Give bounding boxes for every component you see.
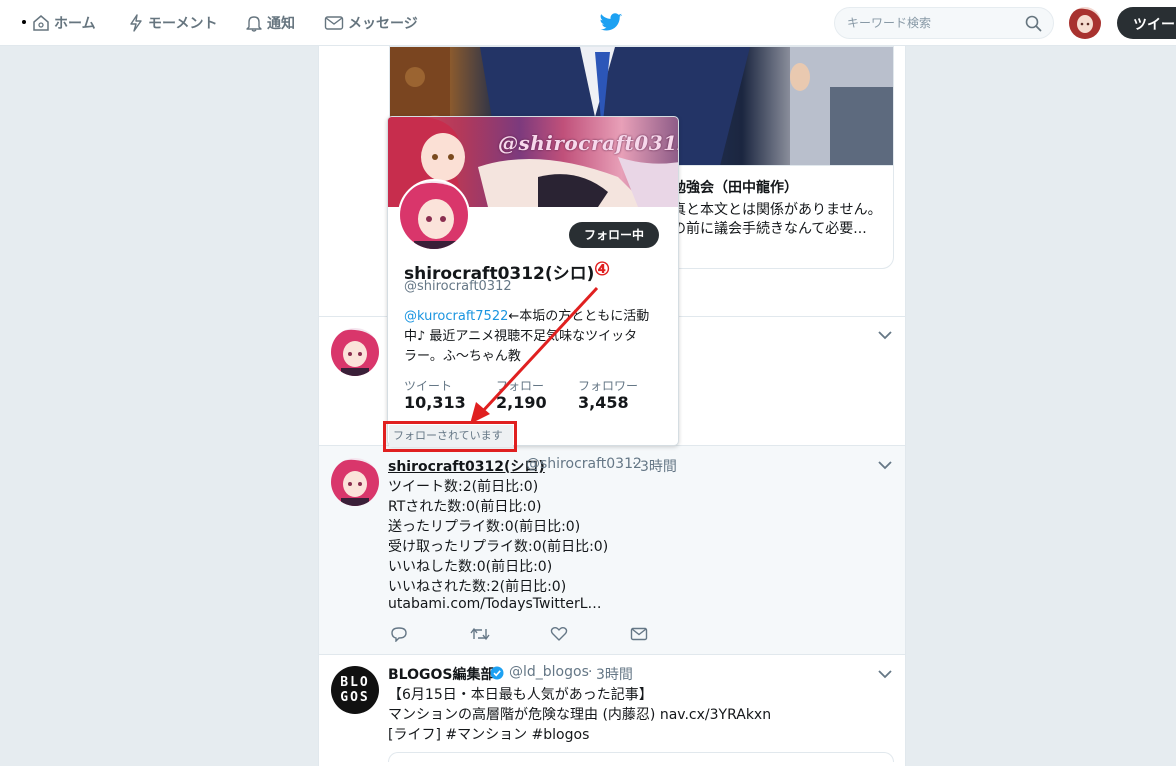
nav-home[interactable]: ホーム	[32, 0, 96, 46]
tweet-shiro-link[interactable]: utabami.com/TodaysTwitterL…	[388, 596, 602, 612]
tweet-separator	[319, 654, 905, 655]
tweet-blogos-card-top[interactable]	[388, 752, 894, 762]
like-heart-icon[interactable]	[550, 626, 568, 642]
nav-home-label: ホーム	[54, 16, 96, 32]
tweet-blogos-line: マンションの高層階が危険な理由 (内藤忍) nav.cx/3YRAkxn	[388, 707, 772, 723]
cursor-dot	[22, 20, 26, 24]
direct-message-icon[interactable]	[630, 626, 648, 642]
retweet-icon[interactable]	[470, 626, 490, 642]
tweet-shiro-time[interactable]: 3時間	[640, 456, 677, 476]
profile-avatar[interactable]	[398, 179, 470, 251]
tweet-shiro-line: ツイート数:2(前日比:0)	[388, 479, 539, 495]
link-card-desc-1: 真と本文とは関係がありません。	[672, 202, 882, 218]
tweet-shiro-dot: ·	[632, 456, 637, 472]
twitter-bird-logo-icon[interactable]	[599, 13, 623, 33]
nav-moments[interactable]: モーメント	[128, 0, 217, 46]
search-input[interactable]	[835, 8, 1015, 38]
stat-tweets-value[interactable]: 10,313	[404, 393, 466, 412]
chevron-down-icon[interactable]	[878, 330, 892, 340]
stat-tweets-label[interactable]: ツイート	[404, 377, 452, 394]
tweet-avatar[interactable]	[331, 328, 379, 376]
home-icon	[33, 15, 49, 31]
stat-following-value[interactable]: 2,190	[496, 393, 547, 412]
tweet-shiro-line: いいねした数:0(前日比:0)	[388, 559, 553, 575]
envelope-icon	[324, 16, 344, 30]
tweet-shiro-name[interactable]: shirocraft0312(シロ)	[388, 456, 545, 476]
lightning-icon	[130, 14, 142, 32]
nav-messages[interactable]: メッセージ	[324, 0, 418, 46]
profile-bio-line-2: 中♪ 最近アニメ視聴不足気味なツイッタ	[404, 329, 638, 344]
stat-followers-label[interactable]: フォロワー	[578, 377, 638, 394]
chevron-down-icon[interactable]	[878, 669, 892, 679]
link-card-desc-2: の前に議会手続きなんて必要...	[672, 221, 867, 237]
tweet-blogos-line: [ライフ] #マンション #blogos	[388, 727, 590, 743]
tweet-shiro-line: RTされた数:0(前日比:0)	[388, 499, 542, 515]
profile-handle[interactable]: @shirocraft0312	[404, 279, 512, 294]
tweet-shiro-avatar[interactable]	[331, 458, 379, 506]
tweet-shiro-handle[interactable]: @shirocraft0312	[526, 456, 642, 472]
blogos-avatar[interactable]: BLO GOS	[331, 666, 379, 714]
profile-hover-card[interactable]: @shirocraft0312 フォロー中 shirocraft0312(シロ)…	[387, 116, 679, 446]
profile-bio-mention[interactable]: @kurocraft7522	[404, 309, 508, 324]
bell-icon	[246, 16, 262, 32]
tweet-blogos-time[interactable]: 3時間	[596, 664, 633, 684]
tweet-blogos-line: 【6月15日・本日最も人気があった記事】	[388, 687, 653, 703]
profile-banner-text: @shirocraft0312	[498, 131, 679, 155]
nav-notifications[interactable]: 通知	[245, 0, 295, 46]
chevron-down-icon[interactable]	[878, 460, 892, 470]
nav-notifications-label: 通知	[267, 16, 295, 32]
profile-bio-line-1: @kurocraft7522←本垢の方とともに活動	[404, 305, 649, 324]
verified-badge-icon	[490, 666, 504, 680]
account-avatar[interactable]	[1069, 7, 1101, 39]
tweet-blogos-name[interactable]: BLOGOS編集部	[388, 664, 494, 684]
profile-bio-line-3: ラー。ふ〜ちゃん教	[404, 349, 521, 364]
stat-followers-value[interactable]: 3,458	[578, 393, 629, 412]
tweet-shiro-line: 受け取ったリプライ数:0(前日比:0)	[388, 539, 609, 555]
search-box[interactable]	[834, 7, 1054, 39]
top-navigation-bar: ホーム モーメント 通知 メッセージ ツイート	[0, 0, 1176, 46]
following-button[interactable]: フォロー中	[569, 222, 659, 248]
blogos-logo-line1: BLO	[340, 675, 370, 690]
nav-moments-label: モーメント	[148, 16, 218, 32]
blogos-logo-line2: GOS	[340, 690, 370, 705]
tweet-blogos-dot: ·	[588, 664, 593, 680]
nav-messages-label: メッセージ	[348, 16, 418, 32]
annotation-highlight-box	[383, 421, 517, 452]
search-icon[interactable]	[1025, 15, 1042, 32]
reply-icon[interactable]	[390, 626, 408, 642]
stat-following-label[interactable]: フォロー	[496, 377, 544, 394]
tweet-blogos-handle[interactable]: @ld_blogos	[509, 664, 589, 680]
annotation-number: ④	[594, 259, 611, 280]
tweet-button[interactable]: ツイート	[1117, 7, 1176, 39]
profile-bio-line-1-text: ←本垢の方とともに活動	[508, 309, 650, 324]
tweet-shiro-line: いいねされた数:2(前日比:0)	[388, 579, 567, 595]
link-card-title[interactable]: 勉強会（田中龍作）	[672, 177, 798, 197]
tweet-shiro-line: 送ったリプライ数:0(前日比:0)	[388, 519, 581, 535]
